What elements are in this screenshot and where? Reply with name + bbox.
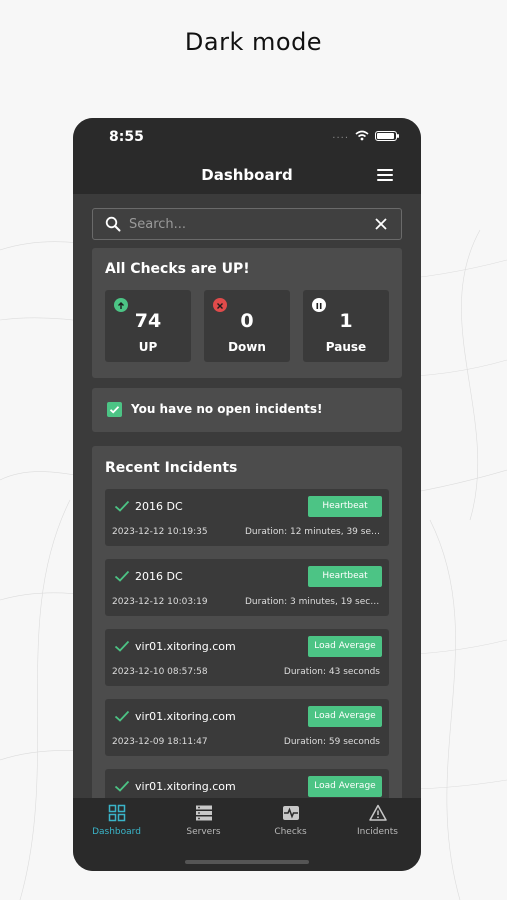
incident-duration: Duration: 43 seconds bbox=[283, 667, 380, 677]
warning-triangle-icon bbox=[368, 804, 387, 821]
servers-icon bbox=[195, 805, 212, 821]
incident-type-badge: Heartbeat bbox=[308, 566, 382, 587]
checkbox-checked-icon bbox=[107, 402, 122, 417]
incident-duration: Duration: 59 seconds bbox=[283, 737, 380, 747]
dashboard-content[interactable]: All Checks are UP! 74 UP 0 Down 1 bbox=[73, 194, 421, 798]
page-title: Dashboard bbox=[201, 166, 293, 184]
app-header: Dashboard bbox=[73, 156, 421, 194]
tab-incidents[interactable]: Incidents bbox=[334, 804, 421, 837]
incident-row[interactable]: 2016 DC Heartbeat 2023-12-12 10:03:19 Du… bbox=[105, 559, 389, 616]
resolved-check-icon bbox=[114, 570, 130, 582]
page-caption: Dark mode bbox=[184, 28, 323, 56]
hamburger-menu-icon[interactable] bbox=[377, 169, 393, 181]
wifi-icon bbox=[355, 130, 369, 141]
incident-row[interactable]: vir01.xitoring.com Load Average bbox=[105, 769, 389, 798]
summary-title: All Checks are UP! bbox=[105, 261, 250, 277]
tab-label: Incidents bbox=[357, 827, 398, 837]
incident-name: 2016 DC bbox=[135, 500, 183, 513]
incident-duration: Duration: 3 minutes, 19 seconds bbox=[245, 597, 380, 607]
cellular-dots-icon: .... bbox=[332, 130, 349, 141]
recent-incidents-card: Recent Incidents 2016 DC Heartbeat 2023-… bbox=[92, 446, 402, 798]
status-time: 8:55 bbox=[109, 129, 144, 145]
search-input[interactable] bbox=[129, 216, 375, 232]
stat-pause-label: Pause bbox=[325, 340, 367, 354]
incident-date: 2023-12-10 08:57:58 bbox=[112, 667, 208, 677]
phone-frame: 8:55 .... Dashboard Search... All Checks… bbox=[73, 118, 421, 871]
tab-checks[interactable]: Checks bbox=[247, 804, 334, 837]
incident-row[interactable]: 2016 DC Heartbeat 2023-12-12 10:19:35 Du… bbox=[105, 489, 389, 546]
clear-search-close-icon[interactable] bbox=[375, 218, 387, 230]
incident-name: vir01.xitoring.com bbox=[135, 710, 236, 723]
tab-label: Dashboard bbox=[92, 827, 141, 837]
incident-date: 2023-12-09 18:11:47 bbox=[112, 737, 208, 747]
tab-servers[interactable]: Servers bbox=[160, 804, 247, 837]
resolved-check-icon bbox=[114, 710, 130, 722]
recent-incidents-title: Recent Incidents bbox=[105, 460, 238, 476]
tab-label: Servers bbox=[186, 827, 221, 837]
incident-name: vir01.xitoring.com bbox=[135, 640, 236, 653]
incident-name: vir01.xitoring.com bbox=[135, 780, 236, 793]
checks-summary-card: All Checks are UP! 74 UP 0 Down 1 Pause bbox=[92, 248, 402, 378]
banner-text: You have no open incidents! bbox=[131, 402, 323, 416]
incident-name: 2016 DC bbox=[135, 570, 183, 583]
dashboard-grid-icon bbox=[108, 804, 125, 822]
incident-type-badge: Heartbeat bbox=[308, 496, 382, 517]
incident-duration: Duration: 12 minutes, 39 seconds bbox=[245, 527, 380, 537]
stat-down-value: 0 bbox=[240, 310, 254, 332]
stat-up[interactable]: 74 UP bbox=[105, 290, 191, 362]
no-open-incidents-banner: You have no open incidents! bbox=[92, 388, 402, 432]
status-icons: .... bbox=[332, 130, 399, 141]
battery-icon bbox=[375, 130, 399, 141]
stat-pause[interactable]: 1 Pause bbox=[303, 290, 389, 362]
resolved-check-icon bbox=[114, 500, 130, 512]
home-indicator bbox=[185, 860, 309, 864]
resolved-check-icon bbox=[114, 780, 130, 792]
incident-date: 2023-12-12 10:19:35 bbox=[112, 527, 208, 537]
stat-down[interactable]: 0 Down bbox=[204, 290, 290, 362]
stat-up-value: 74 bbox=[134, 310, 162, 332]
resolved-check-icon bbox=[114, 640, 130, 652]
incident-type-badge: Load Average bbox=[308, 776, 382, 797]
incident-row[interactable]: vir01.xitoring.com Load Average 2023-12-… bbox=[105, 699, 389, 756]
tab-dashboard[interactable]: Dashboard bbox=[73, 804, 160, 837]
status-bar: 8:55 .... bbox=[73, 118, 421, 156]
checks-pulse-icon bbox=[282, 806, 299, 820]
search-icon bbox=[105, 216, 121, 232]
stat-pause-value: 1 bbox=[339, 310, 353, 332]
incident-date: 2023-12-12 10:03:19 bbox=[112, 597, 208, 607]
incident-row[interactable]: vir01.xitoring.com Load Average 2023-12-… bbox=[105, 629, 389, 686]
search-bar bbox=[92, 208, 402, 240]
stat-down-label: Down bbox=[228, 340, 266, 354]
incident-type-badge: Load Average bbox=[308, 636, 382, 657]
tab-label: Checks bbox=[274, 827, 307, 837]
stat-up-label: UP bbox=[138, 340, 158, 354]
incident-type-badge: Load Average bbox=[308, 706, 382, 727]
